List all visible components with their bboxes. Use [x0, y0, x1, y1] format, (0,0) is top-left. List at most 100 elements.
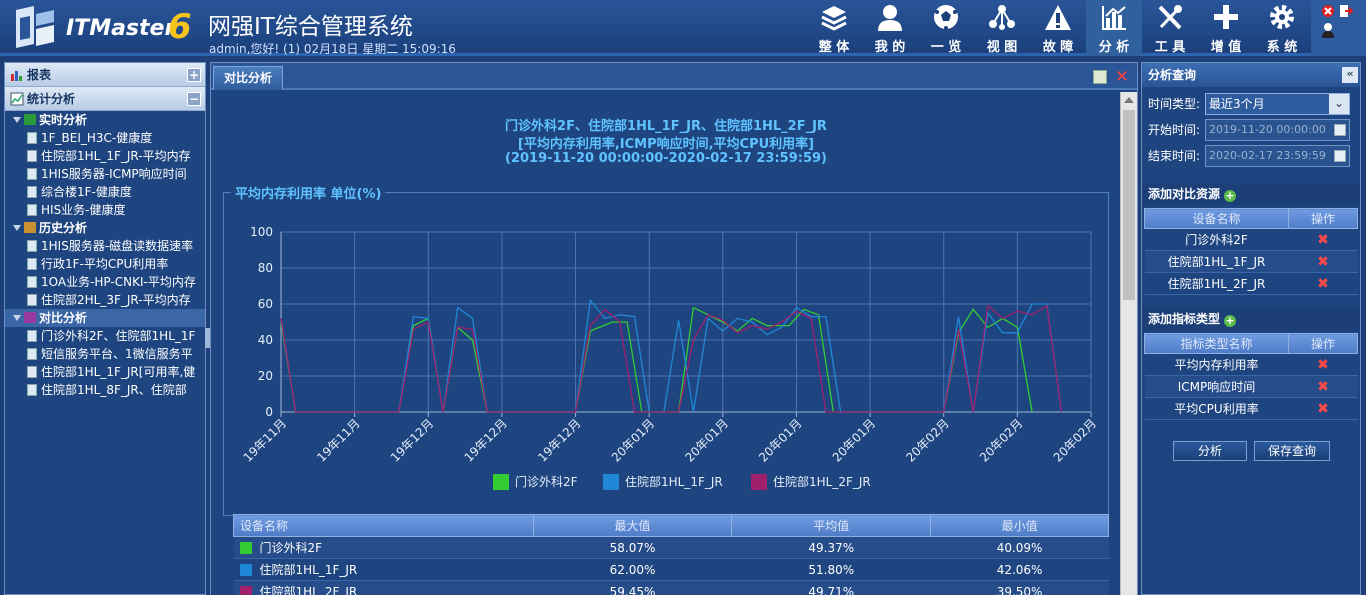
- analysis-header[interactable]: 统计分析 −: [5, 87, 205, 111]
- tree-item[interactable]: 1F_BEI_H3C-健康度: [5, 129, 205, 147]
- calendar-icon[interactable]: [1334, 124, 1346, 136]
- tree-item-label: 1HIS服务器-磁盘读数据速率: [41, 239, 194, 253]
- tree-item[interactable]: 住院部1HL_8F_JR、住院部: [5, 381, 205, 399]
- brand-name: ITMaster: [66, 16, 176, 41]
- scroll-up-icon[interactable]: [1124, 97, 1134, 103]
- nav-overview[interactable]: 一 览: [918, 0, 974, 56]
- tree-item-label: 行政1F-平均CPU利用率: [41, 257, 169, 271]
- tree-item[interactable]: 门诊外科2F、住院部1HL_1F: [5, 327, 205, 345]
- delete-icon[interactable]: ✖: [1317, 401, 1329, 417]
- x-tick-label: 20年01月: [682, 416, 730, 464]
- legend-swatch[interactable]: [751, 474, 767, 490]
- delete-icon[interactable]: ✖: [1317, 232, 1329, 248]
- document-icon: [27, 294, 37, 306]
- expand-triangle-icon[interactable]: [13, 315, 21, 321]
- table-row: 门诊外科2F 58.07% 49.37% 40.09%: [233, 536, 1109, 559]
- collapse-button[interactable]: −: [187, 92, 201, 106]
- nav-analysis[interactable]: 分 析: [1086, 0, 1142, 56]
- add-metric-icon[interactable]: +: [1224, 315, 1237, 327]
- nav-fault[interactable]: 故 障: [1030, 0, 1086, 56]
- tree-item[interactable]: 1HIS服务器-磁盘读数据速率: [5, 237, 205, 255]
- tree-item[interactable]: 住院部2HL_3F_JR-平均内存: [5, 291, 205, 309]
- close-icon[interactable]: [1321, 4, 1335, 18]
- document-icon: [27, 150, 37, 162]
- tree-group[interactable]: 历史分析: [5, 219, 205, 237]
- item-name: 平均CPU利用率: [1144, 397, 1289, 420]
- nav-system[interactable]: 系 统: [1254, 0, 1310, 56]
- logout-icon[interactable]: [1339, 4, 1353, 18]
- legend-label[interactable]: 门诊外科2F: [515, 474, 578, 489]
- series-line: [280, 298, 1063, 413]
- legend-swatch[interactable]: [603, 474, 619, 490]
- tree-item[interactable]: 住院部1HL_1F_JR-平均内存: [5, 147, 205, 165]
- expand-triangle-icon[interactable]: [13, 117, 21, 123]
- tree-group[interactable]: 实时分析: [5, 111, 205, 129]
- list-item: 门诊外科2F ✖: [1144, 228, 1358, 251]
- tree-item[interactable]: 住院部1HL_1F_JR[可用率,健: [5, 363, 205, 381]
- x-tick-label: 20年01月: [830, 416, 878, 464]
- time-type-select[interactable]: 最近3个月 ⌄: [1205, 93, 1350, 115]
- scroll-thumb[interactable]: [1123, 110, 1135, 300]
- save-query-button[interactable]: 保存查询: [1254, 441, 1330, 461]
- collapse-panel-icon[interactable]: «: [1342, 67, 1358, 83]
- vertical-scrollbar[interactable]: [1120, 92, 1137, 595]
- tree-item[interactable]: 行政1F-平均CPU利用率: [5, 255, 205, 273]
- expand-button[interactable]: +: [187, 68, 201, 82]
- avatar-icon[interactable]: [1321, 22, 1335, 38]
- tree-item[interactable]: 综合楼1F-健康度: [5, 183, 205, 201]
- legend-label[interactable]: 住院部1HL_2F_JR: [773, 474, 871, 489]
- tree-item[interactable]: 1OA业务-HP-CNKI-平均内存: [5, 273, 205, 291]
- nav-view[interactable]: 视 图: [974, 0, 1030, 56]
- legend-swatch[interactable]: [493, 474, 509, 490]
- legend-label[interactable]: 住院部1HL_1F_JR: [625, 474, 723, 489]
- chevron-down-icon[interactable]: ⌄: [1329, 94, 1349, 114]
- calendar-icon[interactable]: [1334, 150, 1346, 162]
- delete-icon[interactable]: ✖: [1317, 276, 1329, 292]
- delete-icon[interactable]: ✖: [1317, 379, 1329, 395]
- end-time-input[interactable]: 2020-02-17 23:59:59: [1205, 145, 1350, 167]
- cell-operation: ✖: [1288, 272, 1358, 295]
- tree-item-label: 1HIS服务器-ICMP响应时间: [41, 167, 187, 181]
- close-tab-icon[interactable]: ✕: [1115, 67, 1129, 87]
- tree-item[interactable]: HIS业务-健康度: [5, 201, 205, 219]
- series-line: [280, 306, 1033, 413]
- list-item: 住院部1HL_1F_JR ✖: [1144, 250, 1358, 273]
- y-tick-label: 0: [265, 405, 273, 419]
- end-time-label: 结束时间:: [1148, 149, 1201, 163]
- tab-compare-analysis[interactable]: 对比分析: [213, 66, 284, 90]
- analyze-button[interactable]: 分析: [1173, 441, 1247, 461]
- cell-operation: ✖: [1288, 397, 1358, 420]
- nav-mine[interactable]: 我 的: [862, 0, 918, 56]
- col-device: 设备名称: [233, 514, 534, 537]
- add-resource-icon[interactable]: +: [1224, 190, 1237, 202]
- topology-icon: [989, 5, 1015, 30]
- metric-table: 指标类型名称 操作 平均内存利用率 ✖ ICMP响应时间 ✖ 平均CPU利用率 ✖: [1144, 333, 1358, 420]
- x-tick-label: 19年11月: [314, 416, 362, 464]
- delete-icon[interactable]: ✖: [1317, 357, 1329, 373]
- table-row: 住院部1HL_1F_JR 62.00% 51.80% 42.06%: [233, 558, 1109, 581]
- nav-tools[interactable]: 工 具: [1142, 0, 1198, 56]
- tree-item-label: HIS业务-健康度: [41, 203, 126, 217]
- start-time-input[interactable]: 2019-11-20 00:00:00: [1205, 119, 1350, 141]
- nav-label: 系 统: [1266, 40, 1298, 55]
- tree-group[interactable]: 对比分析: [5, 309, 205, 327]
- tree-item[interactable]: 1HIS服务器-ICMP响应时间: [5, 165, 205, 183]
- item-name: ICMP响应时间: [1144, 375, 1289, 398]
- x-tick-label: 19年12月: [388, 416, 436, 464]
- tree-item[interactable]: 短信服务平台、1微信服务平: [5, 345, 205, 363]
- nav-value-add[interactable]: 增 值: [1198, 0, 1254, 56]
- export-icon[interactable]: [1093, 70, 1107, 84]
- document-icon: [27, 384, 37, 396]
- x-tick-label: 20年02月: [977, 416, 1025, 464]
- nav-label: 故 障: [1042, 40, 1074, 55]
- cell-device: 门诊外科2F: [233, 536, 534, 559]
- col-operation: 操作: [1288, 208, 1358, 229]
- tree-group-label: 历史分析: [39, 221, 88, 235]
- delete-icon[interactable]: ✖: [1317, 254, 1329, 270]
- report-header[interactable]: 报表 +: [5, 63, 205, 87]
- add-resource-section: 添加对比资源 +: [1142, 183, 1360, 205]
- nav-overall[interactable]: 整 体: [806, 0, 862, 56]
- document-icon: [27, 258, 37, 270]
- col-metric-name: 指标类型名称: [1144, 333, 1289, 354]
- expand-triangle-icon[interactable]: [13, 225, 21, 231]
